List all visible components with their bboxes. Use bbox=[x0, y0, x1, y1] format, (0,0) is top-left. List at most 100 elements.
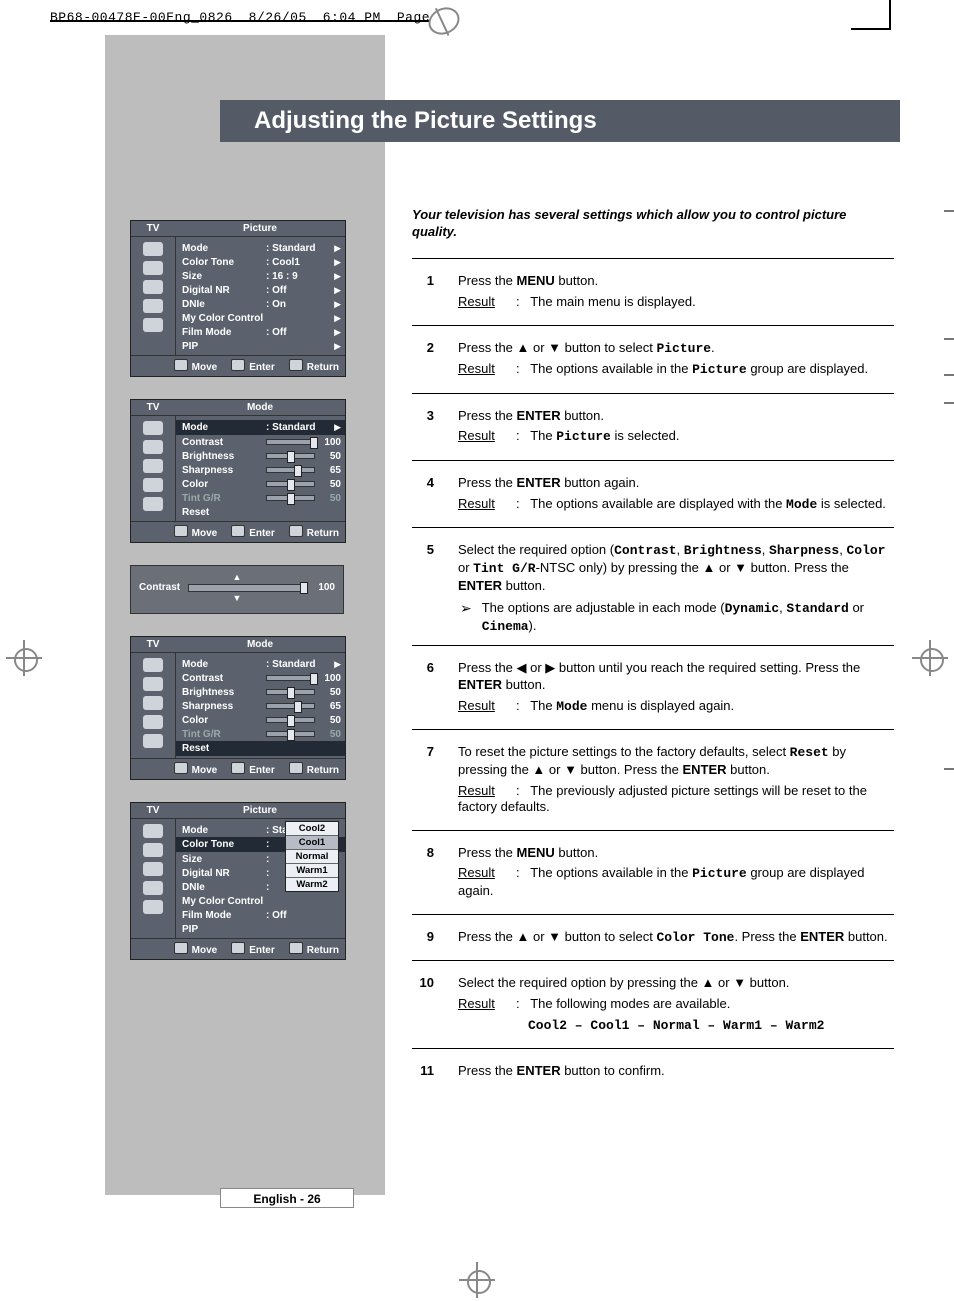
menu-icon bbox=[143, 734, 163, 748]
dropdown-option[interactable]: Warm1 bbox=[286, 864, 338, 878]
osd-row-label: Color bbox=[182, 715, 266, 726]
instruction-step: 3Press the ENTER button.Result: The Pict… bbox=[412, 402, 894, 456]
osd-slider[interactable]: 50 bbox=[266, 493, 341, 504]
note-icon: ➢ bbox=[460, 600, 472, 635]
osd-icon-column bbox=[131, 237, 176, 355]
osd-row[interactable]: Mode: Standard▶ bbox=[176, 420, 345, 435]
osd-row[interactable]: Sharpness65 bbox=[182, 699, 341, 713]
osd-row-label: Mode bbox=[182, 825, 266, 836]
osd-slider[interactable]: 65 bbox=[266, 701, 341, 712]
osd-row[interactable]: Tint G/R50 bbox=[182, 491, 341, 505]
osd-row[interactable]: Contrast100 bbox=[182, 671, 341, 685]
step-body: Press the ▲ or ▼ button to select Color … bbox=[458, 929, 894, 951]
osd-row-label: My Color Control bbox=[182, 896, 266, 907]
step-body: Press the ENTER button.Result: The Pictu… bbox=[458, 408, 894, 450]
page-title: Adjusting the Picture Settings bbox=[220, 100, 900, 142]
contrast-label: Contrast bbox=[139, 582, 180, 593]
osd-row[interactable]: Contrast100 bbox=[182, 435, 341, 449]
osd-row[interactable]: Reset bbox=[176, 741, 345, 756]
step-main-text: Select the required option (Contrast, Br… bbox=[458, 542, 894, 594]
osd-slider[interactable]: 100 bbox=[266, 673, 341, 684]
osd-row[interactable]: Size: 16 : 9▶ bbox=[182, 269, 341, 283]
osd-row[interactable]: Sharpness65 bbox=[182, 463, 341, 477]
osd-slider-value: 50 bbox=[319, 715, 341, 726]
osd-row[interactable]: My Color Control bbox=[182, 894, 341, 908]
osd-row[interactable]: Film Mode: Off bbox=[182, 908, 341, 922]
step-result: Result: The options available are displa… bbox=[458, 496, 894, 514]
menu-icon bbox=[143, 843, 163, 857]
osd-row[interactable]: PIP bbox=[182, 922, 341, 936]
instruction-step: 6Press the ◀ or ▶ button until you reach… bbox=[412, 654, 894, 725]
osd-icon-column bbox=[131, 416, 176, 521]
divider bbox=[412, 527, 894, 528]
dropdown-option[interactable]: Cool1 bbox=[286, 836, 338, 850]
osd-row-label: Size bbox=[182, 271, 266, 282]
contrast-value: 100 bbox=[313, 582, 335, 593]
osd-row-label: Film Mode bbox=[182, 327, 266, 338]
osd-icon-column bbox=[131, 819, 176, 938]
divider bbox=[412, 393, 894, 394]
osd-slider[interactable]: 50 bbox=[266, 479, 341, 490]
osd-row[interactable]: Brightness50 bbox=[182, 449, 341, 463]
osd-slider[interactable]: 50 bbox=[266, 451, 341, 462]
osd-row-value: : Standard bbox=[266, 659, 326, 670]
osd-row-value: : Standard bbox=[266, 243, 326, 254]
chevron-right-icon: ▶ bbox=[334, 285, 341, 296]
osd-row-label: Digital NR bbox=[182, 285, 266, 296]
osd-row[interactable]: Tint G/R50 bbox=[182, 727, 341, 741]
osd-row[interactable]: Mode: Standard▶ bbox=[182, 241, 341, 255]
osd-slider[interactable]: 50 bbox=[266, 715, 341, 726]
osd-row-label: Digital NR bbox=[182, 868, 266, 879]
step-result: Result: The following modes are availabl… bbox=[458, 996, 894, 1013]
osd-row[interactable]: Color50 bbox=[182, 477, 341, 491]
osd-picture-menu: TV Picture Mode: Standard▶Color Tone: Co… bbox=[130, 220, 346, 377]
osd-row[interactable]: Film Mode: Off▶ bbox=[182, 325, 341, 339]
osd-row-label: Reset bbox=[182, 743, 266, 754]
osd-row[interactable]: DNIe: On▶ bbox=[182, 297, 341, 311]
chevron-right-icon: ▶ bbox=[334, 299, 341, 310]
osd-row[interactable]: Color 50 bbox=[182, 713, 341, 727]
osd-row[interactable]: My Color Control▶ bbox=[182, 311, 341, 325]
enter-hint: Enter bbox=[231, 942, 275, 956]
menu-icon bbox=[143, 440, 163, 454]
step-number: 11 bbox=[412, 1063, 434, 1084]
osd-tab-title: Mode bbox=[175, 400, 345, 415]
dropdown-option[interactable]: Normal bbox=[286, 850, 338, 864]
osd-slider[interactable]: 100 bbox=[266, 437, 341, 448]
osd-row-label: PIP bbox=[182, 341, 266, 352]
dropdown-option[interactable]: Warm2 bbox=[286, 878, 338, 891]
osd-slider-value: 50 bbox=[319, 687, 341, 698]
step-result: Result: The previously adjusted picture … bbox=[458, 783, 894, 816]
osd-row[interactable]: PIP▶ bbox=[182, 339, 341, 353]
step-number: 2 bbox=[412, 340, 434, 383]
chevron-right-icon: ▶ bbox=[334, 327, 341, 338]
step-main-text: Press the ▲ or ▼ button to select Pictur… bbox=[458, 340, 894, 358]
osd-row[interactable]: Digital NR: Off▶ bbox=[182, 283, 341, 297]
return-hint: Return bbox=[289, 942, 339, 956]
osd-slider-value: 65 bbox=[319, 465, 341, 476]
instruction-step: 5Select the required option (Contrast, B… bbox=[412, 536, 894, 641]
osd-row[interactable]: Color Tone: Cool1▶ bbox=[182, 255, 341, 269]
enter-hint: Enter bbox=[231, 359, 275, 373]
osd-slider[interactable]: 65 bbox=[266, 465, 341, 476]
menu-icon bbox=[143, 280, 163, 294]
osd-row-value: : Cool1 bbox=[266, 257, 326, 268]
osd-row-label: Tint G/R bbox=[182, 493, 266, 504]
intro-text: Your television has several settings whi… bbox=[412, 207, 894, 240]
color-tone-dropdown[interactable]: Cool2Cool1NormalWarm1Warm2 bbox=[285, 821, 339, 892]
osd-slider[interactable]: 50 bbox=[266, 729, 341, 740]
osd-slider[interactable]: 50 bbox=[266, 687, 341, 698]
osd-row[interactable]: Reset bbox=[182, 505, 341, 519]
osd-row-label: Size bbox=[182, 854, 266, 865]
menu-icon bbox=[143, 478, 163, 492]
osd-row[interactable]: Brightness50 bbox=[182, 685, 341, 699]
divider bbox=[412, 460, 894, 461]
edge-tick-icon bbox=[944, 338, 954, 340]
dropdown-option[interactable]: Cool2 bbox=[286, 822, 338, 836]
osd-slider-value: 50 bbox=[319, 729, 341, 740]
contrast-slider[interactable] bbox=[188, 584, 305, 592]
osd-row-label: Brightness bbox=[182, 451, 266, 462]
move-hint: Move bbox=[174, 762, 218, 776]
osd-row[interactable]: Mode: Standard▶ bbox=[182, 657, 341, 671]
osd-slider-value: 50 bbox=[319, 479, 341, 490]
